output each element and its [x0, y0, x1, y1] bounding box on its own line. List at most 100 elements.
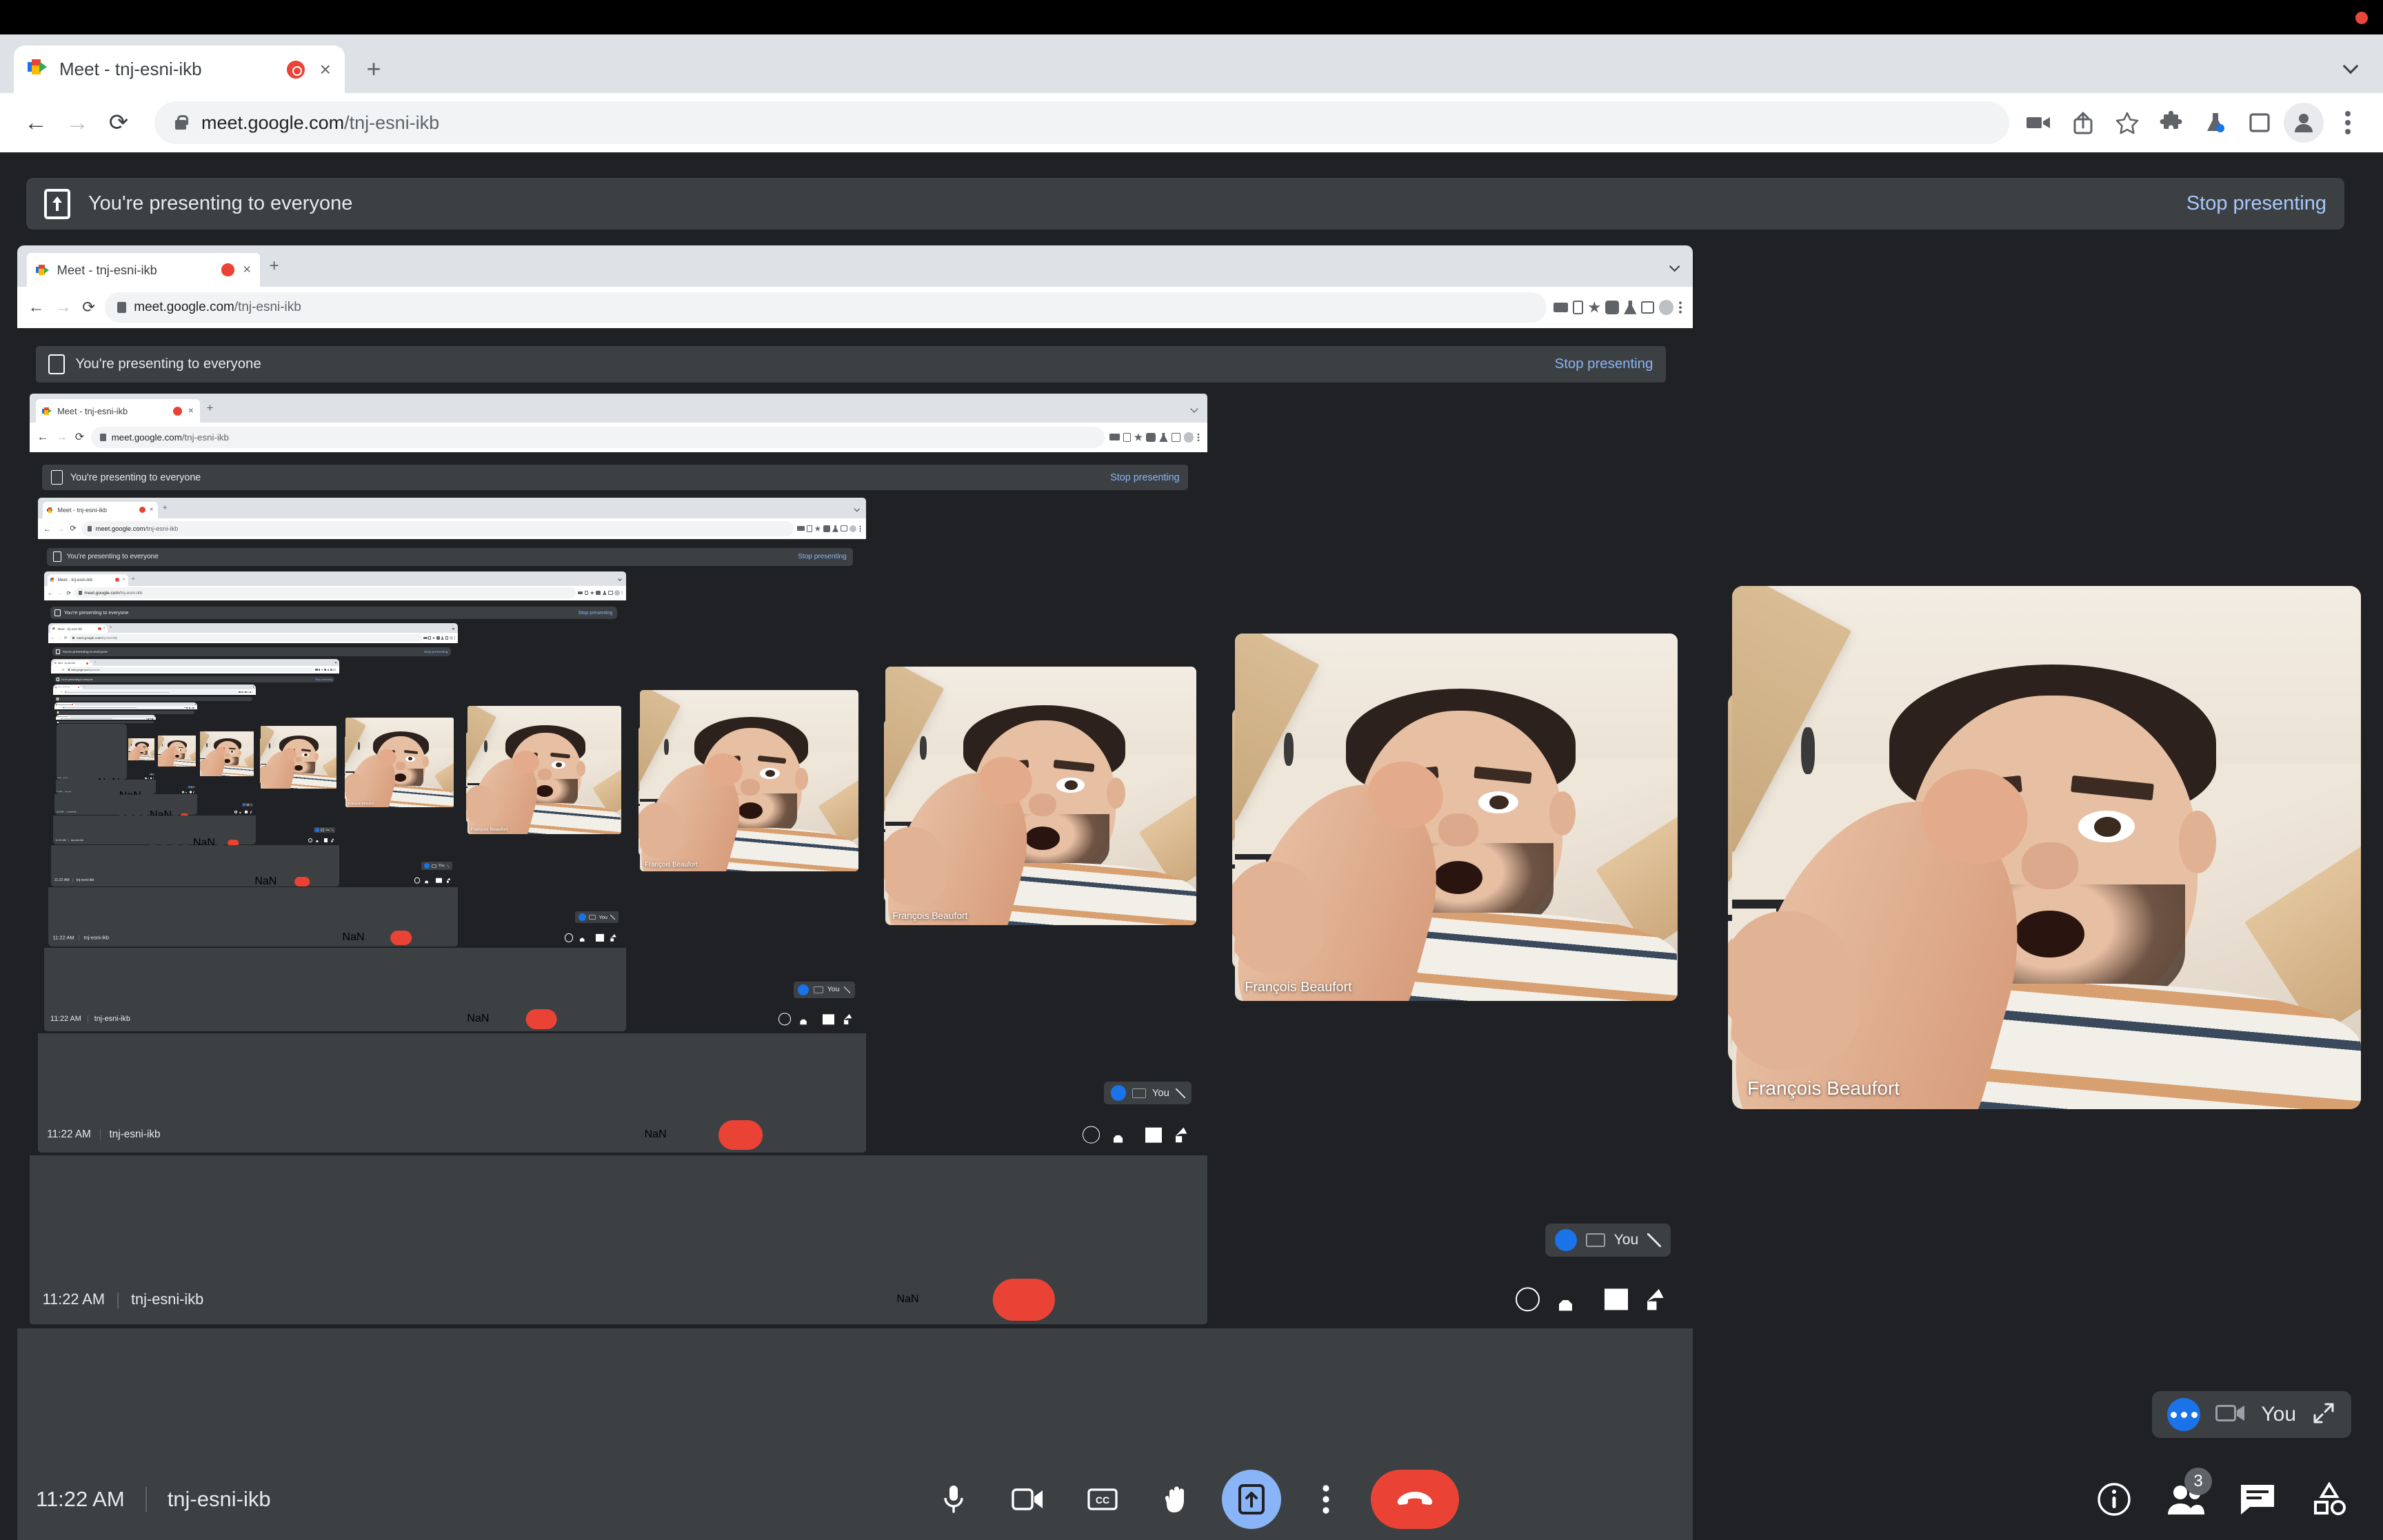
control-button[interactable] — [368, 930, 383, 945]
nested-stop-presenting-button[interactable]: Stop presenting — [424, 650, 448, 654]
control-button[interactable] — [643, 1279, 686, 1321]
reload-button[interactable]: ⟳ — [70, 524, 76, 533]
forward-button[interactable]: → — [57, 636, 61, 640]
nested-self-view-pill[interactable] — [241, 802, 253, 807]
screen-share-surface[interactable]: Meet - tnj-esni-ikb × + ← → ⟳ meet.google.com/… — [17, 245, 1693, 1540]
nested-meet-controls[interactable]: NaN — [83, 777, 129, 780]
back-button[interactable]: ← — [48, 589, 53, 596]
control-button[interactable] — [390, 930, 412, 945]
control-button[interactable] — [254, 930, 270, 945]
forward-button[interactable]: → — [58, 691, 60, 693]
control-button[interactable] — [494, 1009, 515, 1030]
nested-right-controls[interactable] — [234, 810, 253, 813]
address-bar[interactable]: meet.google.com/tnj-esni-ikb — [69, 634, 423, 642]
nested-video-tile[interactable]: François Beaufort — [345, 718, 454, 808]
nested-stop-presenting-button[interactable]: Stop presenting — [798, 553, 847, 560]
control-button[interactable] — [180, 813, 188, 815]
control-button[interactable] — [279, 876, 290, 887]
nested-video-tile[interactable]: François Beaufort — [885, 666, 1197, 925]
chevron-down-icon[interactable] — [334, 662, 337, 664]
reload-button[interactable]: ⟳ — [61, 691, 62, 693]
nested-browser-tab[interactable]: Meet - tnj-esni-ikb × — [27, 253, 260, 287]
chevron-down-icon[interactable] — [194, 703, 197, 705]
back-button[interactable]: ← — [43, 524, 52, 534]
new-tab-button[interactable]: + — [83, 686, 85, 688]
self-view-pill[interactable]: You — [2152, 1391, 2351, 1438]
new-tab-button[interactable]: + — [94, 661, 96, 664]
control-button[interactable] — [192, 876, 203, 887]
camera-button[interactable] — [998, 1470, 1058, 1529]
reload-button[interactable]: ⟳ — [66, 590, 71, 596]
video-tile-main[interactable]: François Beaufort — [1732, 586, 2361, 1109]
control-button[interactable] — [992, 1279, 1056, 1321]
control-button[interactable] — [160, 839, 168, 846]
forward-button[interactable]: → — [57, 102, 98, 143]
nested-video-tile[interactable] — [128, 738, 155, 760]
control-button[interactable] — [126, 813, 132, 815]
address-bar[interactable] — [61, 706, 184, 709]
nested-screen-share-surface[interactable]: Meet - tnj-esni-ikb × + ← → ⟳ × + ← → ⟳ × + ← → ⟳ 11:22 … — [53, 685, 256, 845]
nested-self-view-pill[interactable] — [187, 785, 195, 789]
chrome-menu-icon[interactable] — [2328, 103, 2368, 143]
nested-omnibox-icons[interactable] — [314, 668, 337, 671]
nested-meet-controls[interactable]: NaN — [119, 809, 190, 815]
address-bar[interactable]: meet.google.com/tnj-esni-ikb — [66, 667, 314, 673]
control-button[interactable] — [511, 1120, 541, 1150]
microphone-button[interactable] — [924, 1470, 983, 1529]
chat-button[interactable] — [2235, 1477, 2280, 1521]
control-button[interactable] — [134, 813, 140, 815]
nested-video-tile[interactable] — [200, 731, 254, 776]
nested-meet-controls[interactable]: NaN — [192, 875, 313, 888]
chevron-down-icon[interactable] — [854, 505, 861, 511]
profile-avatar-icon[interactable] — [2284, 103, 2324, 143]
chevron-down-icon[interactable] — [1669, 261, 1680, 272]
nested-right-controls[interactable] — [1515, 1287, 1671, 1312]
control-button[interactable] — [373, 1009, 394, 1030]
camera-off-icon[interactable] — [2215, 1402, 2246, 1428]
new-tab-button[interactable]: + — [110, 625, 112, 630]
nested-stop-presenting-button[interactable]: Stop presenting — [1110, 472, 1179, 483]
control-button[interactable] — [119, 813, 125, 815]
back-button[interactable]: ← — [37, 430, 48, 444]
address-bar[interactable]: meet.google.com/tnj-esni-ikb — [154, 101, 2009, 144]
nested-browser-tab[interactable]: Meet - tnj-esni-ikb × — [36, 399, 200, 423]
nested-screen-share-surface[interactable]: Meet - tnj-esni-ikb × + ← → ⟳ meet.google.com/… — [43, 571, 627, 1032]
tab-recording-icon[interactable] — [86, 662, 89, 665]
reload-button[interactable]: ⟳ — [82, 298, 95, 316]
nested-self-view-pill[interactable]: You — [574, 911, 619, 923]
reload-button[interactable]: ⟳ — [62, 668, 64, 671]
nested-omnibox-icons[interactable] — [797, 525, 861, 533]
close-icon[interactable]: × — [69, 716, 70, 717]
control-button[interactable] — [182, 839, 190, 846]
back-button[interactable]: ← — [15, 102, 57, 143]
browser-tab[interactable]: Meet - tnj-esni-ikb × — [14, 45, 345, 93]
control-button[interactable] — [228, 839, 239, 846]
forward-button[interactable]: → — [57, 668, 60, 671]
control-button[interactable] — [600, 1120, 630, 1150]
nested-screen-share-surface[interactable]: Meet - tnj-esni-ikb × + ← → ⟳ meet.google.com/… — [48, 622, 458, 946]
more-options-button[interactable] — [1296, 1470, 1356, 1529]
tab-recording-icon[interactable] — [139, 507, 145, 514]
nested-omnibox-icons[interactable] — [184, 707, 197, 709]
control-button[interactable] — [172, 813, 179, 815]
control-button[interactable] — [142, 813, 148, 815]
nested-right-controls[interactable] — [1083, 1126, 1192, 1144]
new-tab-button[interactable]: + — [207, 402, 214, 414]
chevron-down-icon[interactable] — [618, 576, 622, 581]
nested-omnibox-icons[interactable] — [239, 691, 254, 693]
control-button[interactable] — [404, 1009, 425, 1030]
forward-button[interactable]: → — [57, 589, 63, 596]
back-button[interactable]: ← — [28, 298, 44, 317]
tab-recording-icon[interactable] — [72, 704, 73, 705]
nested-screen-share-surface[interactable]: ×+←→⟳×+←→⟳11:22 AMtnj-esni-ikbNaN11:22 A… — [54, 702, 197, 815]
close-icon[interactable]: × — [320, 59, 331, 79]
new-tab-button[interactable]: + — [359, 55, 389, 85]
tab-recording-icon[interactable] — [173, 406, 182, 416]
control-button[interactable] — [171, 839, 179, 846]
control-button[interactable] — [833, 1279, 876, 1321]
bookmark-star-icon[interactable] — [2107, 103, 2147, 143]
close-icon[interactable]: × — [122, 577, 125, 582]
nested-stop-presenting-button[interactable]: Stop presenting — [1555, 356, 1653, 372]
tab-recording-icon[interactable] — [77, 687, 80, 689]
nested-right-controls[interactable] — [414, 878, 452, 884]
